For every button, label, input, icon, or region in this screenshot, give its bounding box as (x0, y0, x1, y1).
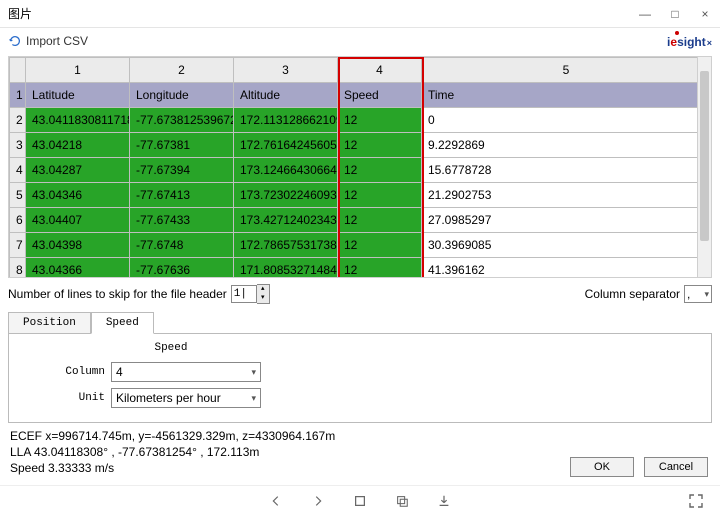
cell-time: 21.2902753 (422, 183, 711, 208)
cell-alt: 173.427124023438 (234, 208, 338, 233)
col-header-5[interactable]: 5 (422, 58, 711, 83)
spin-up-button[interactable]: ▴ (257, 285, 269, 294)
tab-position[interactable]: Position (8, 312, 91, 334)
table-row[interactable]: 843.04366-77.67636171.8085327148441241.3… (10, 258, 711, 279)
cell-alt: 171.808532714844 (234, 258, 338, 279)
field-header: Longitude (130, 83, 234, 108)
ok-button[interactable]: OK (570, 457, 634, 477)
cell-lon: -77.67636 (130, 258, 234, 279)
close-button[interactable]: × (698, 7, 712, 21)
download-icon[interactable] (437, 494, 451, 508)
cell-lat: 43.04218 (26, 133, 130, 158)
maximize-button[interactable]: □ (668, 7, 682, 21)
cell-lat: 43.04287 (26, 158, 130, 183)
cell-time: 9.2292869 (422, 133, 711, 158)
field-header: Speed (338, 83, 422, 108)
minimize-button[interactable]: — (638, 7, 652, 21)
row-idx: 8 (10, 258, 26, 279)
row-idx: 1 (10, 83, 26, 108)
cell-lat: 43.04398 (26, 233, 130, 258)
table-row[interactable]: 343.04218-77.67381172.761642456055129.22… (10, 133, 711, 158)
table-row[interactable]: 743.04398-77.6748172.7865753173831230.39… (10, 233, 711, 258)
skip-lines-label: Number of lines to skip for the file hea… (8, 287, 227, 301)
cell-alt: 173.723022460938 (234, 183, 338, 208)
cell-lat: 43.04366 (26, 258, 130, 279)
cell-time: 27.0985297 (422, 208, 711, 233)
copy-icon[interactable] (395, 494, 409, 508)
field-header: Altitude (234, 83, 338, 108)
cell-time: 0 (422, 108, 711, 133)
table-row[interactable]: 443.04287-77.67394173.1246643066411215.6… (10, 158, 711, 183)
cell-lon: -77.67433 (130, 208, 234, 233)
speed-panel: Speed Column 4▾ Unit Kilometers per hour… (8, 333, 712, 423)
prev-icon[interactable] (269, 494, 283, 508)
cancel-button[interactable]: Cancel (644, 457, 708, 477)
spin-down-button[interactable]: ▾ (257, 294, 269, 303)
cell-lat: 43.04407 (26, 208, 130, 233)
col-header-3[interactable]: 3 (234, 58, 338, 83)
cell-lon: -77.67394 (130, 158, 234, 183)
table-row[interactable]: 643.04407-77.67433173.4271240234381227.0… (10, 208, 711, 233)
cell-spd: 12 (338, 133, 422, 158)
import-csv-label: Import CSV (26, 34, 88, 48)
row-idx: 6 (10, 208, 26, 233)
col-header-1[interactable]: 1 (26, 58, 130, 83)
cell-lat: 43.04346 (26, 183, 130, 208)
row-idx: 3 (10, 133, 26, 158)
window-title: 图片 (8, 5, 638, 22)
cell-time: 30.3969085 (422, 233, 711, 258)
cell-lon: -77.67381 (130, 133, 234, 158)
vertical-scrollbar[interactable] (697, 57, 711, 277)
column-separator-label: Column separator (585, 287, 680, 301)
chevron-down-icon: ▾ (704, 289, 709, 300)
table-row[interactable]: 243.0411830811718-77.6738125396728172.11… (10, 108, 711, 133)
cell-spd: 12 (338, 183, 422, 208)
cell-alt: 172.786575317383 (234, 233, 338, 258)
skip-lines-input[interactable] (231, 285, 257, 303)
cell-spd: 12 (338, 258, 422, 279)
cell-spd: 12 (338, 233, 422, 258)
col-header-4[interactable]: 4 (338, 58, 422, 83)
column-field-label: Column (21, 366, 111, 378)
table-row[interactable]: 543.04346-77.67413173.7230224609381221.2… (10, 183, 711, 208)
next-icon[interactable] (311, 494, 325, 508)
chevron-down-icon: ▾ (251, 393, 256, 404)
unit-select[interactable]: Kilometers per hour▾ (111, 388, 261, 408)
row-idx: 2 (10, 108, 26, 133)
cell-lon: -77.6738125396728 (130, 108, 234, 133)
cell-spd: 12 (338, 108, 422, 133)
tab-speed[interactable]: Speed (91, 312, 154, 334)
refresh-icon[interactable] (8, 34, 22, 48)
col-header-2[interactable]: 2 (130, 58, 234, 83)
cell-alt: 172.113128662109 (234, 108, 338, 133)
column-separator-select[interactable]: ,▾ (684, 285, 712, 303)
chevron-down-icon: ▾ (251, 367, 256, 378)
stop-icon[interactable] (353, 494, 367, 508)
cell-lon: -77.6748 (130, 233, 234, 258)
cell-lon: -77.67413 (130, 183, 234, 208)
field-header: Latitude (26, 83, 130, 108)
cell-time: 41.396162 (422, 258, 711, 279)
data-table[interactable]: 1 2 3 4 5 1 Latitude Longitude Altitude … (8, 56, 712, 278)
row-idx: 7 (10, 233, 26, 258)
status-ecef: ECEF x=996714.745m, y=-4561329.329m, z=4… (10, 428, 710, 444)
panel-title: Speed (81, 342, 261, 354)
column-select[interactable]: 4▾ (111, 362, 261, 382)
brand-logo: iesight× (667, 34, 712, 49)
cell-alt: 173.124664306641 (234, 158, 338, 183)
unit-field-label: Unit (21, 392, 111, 404)
row-idx: 4 (10, 158, 26, 183)
cell-lat: 43.0411830811718 (26, 108, 130, 133)
expand-icon[interactable] (688, 493, 704, 509)
field-header: Time (422, 83, 711, 108)
cell-spd: 12 (338, 208, 422, 233)
cell-alt: 172.761642456055 (234, 133, 338, 158)
row-idx: 5 (10, 183, 26, 208)
cell-time: 15.6778728 (422, 158, 711, 183)
cell-spd: 12 (338, 158, 422, 183)
